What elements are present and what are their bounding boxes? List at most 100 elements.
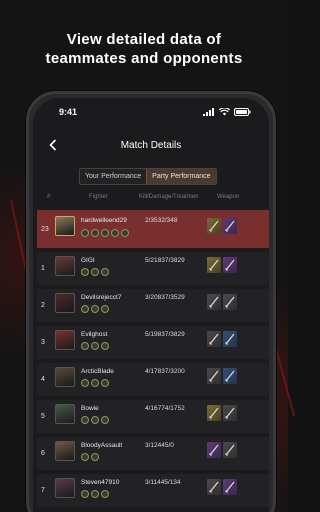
weapon-icon[interactable]	[207, 368, 221, 384]
kill-damage-treatment: 4/17837/3200	[145, 368, 185, 375]
table-row[interactable]: 7 Steven47910 3/11445/134	[37, 474, 269, 507]
weapon-icon[interactable]	[223, 479, 237, 495]
row-rank: 6	[41, 450, 45, 457]
achievement-badge-icon	[91, 490, 99, 498]
weapon-list	[207, 405, 237, 421]
weapon-list	[207, 368, 237, 384]
table-row[interactable]: 1 GIGI 5/21837/3829	[37, 252, 269, 285]
achievement-badge-icon	[91, 342, 99, 350]
table-header: # Fighter Kill/Damage/Treatmen Weapon	[33, 194, 269, 206]
table-row[interactable]: 6 BloodyAssault 3/12445/0	[37, 437, 269, 470]
battery-icon	[234, 108, 251, 116]
achievement-badge-icon	[101, 229, 109, 237]
weapon-list	[207, 257, 237, 273]
kill-damage-treatment: 5/21837/3829	[145, 257, 185, 264]
headline-line-1: View detailed data of	[66, 31, 222, 48]
table-row[interactable]: 3 Evilghost 5/19837/3829	[37, 326, 269, 359]
promo-headline: View detailed data of teammates and oppo…	[0, 30, 288, 68]
table-row[interactable]: 2 Devilsrejecct7 3/20837/3529	[37, 289, 269, 322]
weapon-icon[interactable]	[223, 405, 237, 421]
achievement-badge-icon	[81, 490, 89, 498]
back-button[interactable]	[45, 137, 61, 153]
avatar[interactable]	[55, 367, 75, 387]
achievement-badge-icon	[101, 490, 109, 498]
achievement-badge-icon	[81, 342, 89, 350]
status-bar: 9:41	[33, 98, 269, 126]
row-rank: 1	[41, 265, 45, 272]
badge-list	[81, 342, 109, 350]
achievement-badge-icon	[91, 379, 99, 387]
weapon-icon[interactable]	[223, 218, 237, 234]
avatar[interactable]	[55, 216, 75, 236]
kill-damage-treatment: 3/12445/0	[145, 442, 174, 449]
tab-party-performance[interactable]: Party Performance	[146, 169, 216, 184]
weapon-icon[interactable]	[223, 442, 237, 458]
player-name: GIGI	[81, 257, 95, 264]
player-name: Evilghost	[81, 331, 108, 338]
achievement-badge-icon	[81, 268, 89, 276]
avatar[interactable]	[55, 404, 75, 424]
weapon-icon[interactable]	[207, 405, 221, 421]
header-weapon: Weapon	[217, 194, 240, 200]
avatar[interactable]	[55, 293, 75, 313]
avatar[interactable]	[55, 256, 75, 276]
table-row-self[interactable]: 23 hardwelleend29 2/3532/348	[37, 210, 269, 248]
badge-list	[81, 379, 109, 387]
achievement-badge-icon	[81, 229, 89, 237]
table-row[interactable]: 5 Bowie 4/16774/1752	[37, 400, 269, 433]
achievement-badge-icon	[81, 453, 89, 461]
kill-damage-treatment: 2/3532/348	[145, 217, 178, 224]
table-row[interactable]: 4 ArcticBlade 4/17837/3200	[37, 363, 269, 396]
player-name: hardwelleend29	[81, 217, 127, 224]
weapon-icon[interactable]	[223, 331, 237, 347]
badge-list	[81, 305, 109, 313]
player-name: Steven47910	[81, 479, 120, 486]
achievement-badge-icon	[91, 416, 99, 424]
row-rank: 23	[41, 225, 49, 233]
row-rank: 2	[41, 302, 45, 309]
achievement-badge-icon	[121, 229, 129, 237]
row-rank: 5	[41, 413, 45, 420]
row-rank: 7	[41, 487, 45, 494]
achievement-badge-icon	[91, 305, 99, 313]
player-name: BloodyAssault	[81, 442, 123, 449]
weapon-icon[interactable]	[223, 294, 237, 310]
weapon-icon[interactable]	[207, 294, 221, 310]
signal-icon	[203, 108, 214, 116]
status-icons	[203, 108, 251, 116]
player-table: 23 hardwelleend29 2/3532/348 1 GIGI 5/21837/3…	[37, 210, 269, 511]
avatar[interactable]	[55, 478, 75, 498]
achievement-badge-icon	[101, 379, 109, 387]
weapon-icon[interactable]	[207, 442, 221, 458]
avatar[interactable]	[55, 330, 75, 350]
tab-your-performance[interactable]: Your Performance	[80, 169, 147, 184]
page-title: Match Details	[120, 139, 182, 151]
badge-list	[81, 416, 109, 424]
weapon-list	[207, 294, 237, 310]
weapon-icon[interactable]	[223, 257, 237, 273]
weapon-list	[207, 442, 237, 458]
header-fighter: Fighter	[89, 194, 108, 200]
weapon-icon[interactable]	[207, 257, 221, 273]
achievement-badge-icon	[101, 305, 109, 313]
achievement-badge-icon	[91, 268, 99, 276]
badge-list	[81, 229, 129, 237]
achievement-badge-icon	[81, 379, 89, 387]
badge-list	[81, 490, 109, 498]
achievement-badge-icon	[81, 305, 89, 313]
achievement-badge-icon	[91, 453, 99, 461]
weapon-icon[interactable]	[207, 331, 221, 347]
nav-bar: Match Details	[33, 134, 269, 156]
weapon-icon[interactable]	[207, 479, 221, 495]
weapon-icon[interactable]	[207, 218, 221, 234]
row-rank: 3	[41, 339, 45, 346]
kill-damage-treatment: 3/11445/134	[145, 479, 181, 486]
weapon-icon[interactable]	[223, 368, 237, 384]
avatar[interactable]	[55, 441, 75, 461]
player-name: ArcticBlade	[81, 368, 114, 375]
weapon-list	[207, 218, 237, 234]
row-rank: 4	[41, 376, 45, 383]
status-time: 9:41	[59, 107, 78, 117]
badge-list	[81, 268, 109, 276]
achievement-badge-icon	[101, 342, 109, 350]
